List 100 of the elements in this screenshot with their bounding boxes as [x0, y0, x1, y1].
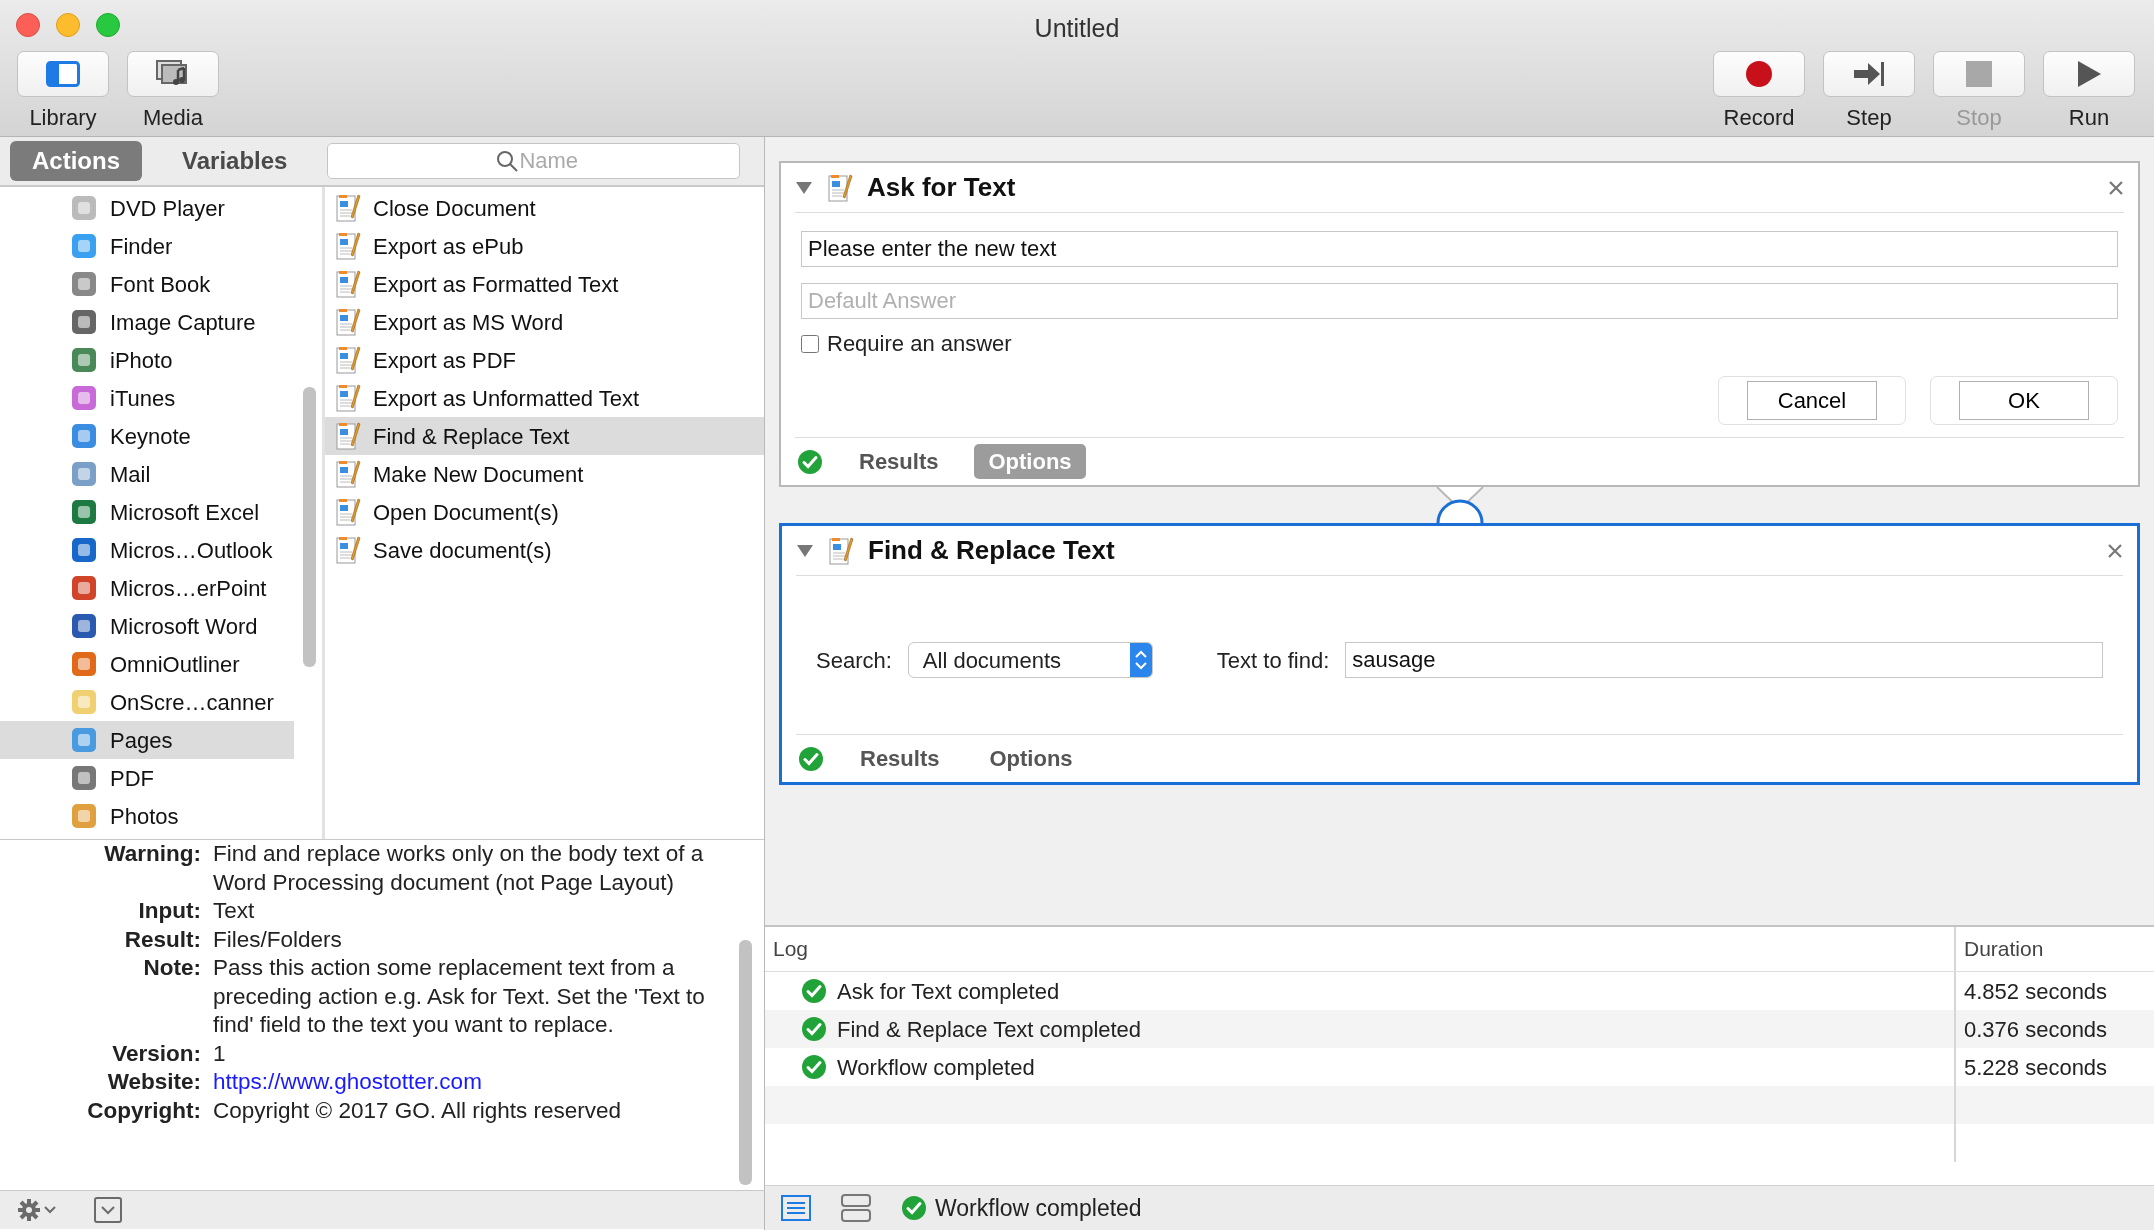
- action-item[interactable]: Find & Replace Text: [325, 417, 764, 455]
- field-label: Input:: [137, 897, 202, 925]
- column-header[interactable]: Duration: [1954, 927, 2154, 971]
- document-pencil-icon: [827, 172, 853, 203]
- action-item[interactable]: Make New Document: [325, 455, 764, 493]
- category-item[interactable]: Microsoft Word: [0, 607, 294, 645]
- stop-button[interactable]: [1933, 51, 2025, 97]
- action-item[interactable]: Export as Unformatted Text: [325, 379, 764, 417]
- toolbar-label[interactable]: Record: [1723, 101, 1795, 134]
- log-message: Find & Replace Text completed: [837, 1015, 1142, 1044]
- check-icon: [901, 1195, 927, 1221]
- field-label: Note:: [142, 954, 202, 982]
- action-item[interactable]: Export as MS Word: [325, 303, 764, 341]
- app-icon: [70, 536, 98, 564]
- log-duration: 0.376 seconds: [1964, 1015, 2108, 1044]
- disclosure-triangle-icon[interactable]: [795, 180, 813, 195]
- app-icon: [70, 346, 98, 374]
- app-icon: [70, 308, 98, 336]
- media-icon: [156, 60, 190, 88]
- toolbar-label[interactable]: Step: [1846, 101, 1892, 134]
- zoom-window-button[interactable]: [96, 13, 120, 37]
- dialog-button[interactable]: Cancel: [1718, 376, 1906, 425]
- action-item[interactable]: Export as ePub: [325, 227, 764, 265]
- stop-icon: [1965, 60, 1993, 88]
- app-icon: [70, 688, 98, 716]
- website-link[interactable]: https://www.ghostotter.com: [213, 1069, 482, 1094]
- log-message: Workflow completed: [837, 1053, 1035, 1082]
- document-pencil-icon: [335, 535, 361, 565]
- field-label: Version:: [111, 1039, 202, 1068]
- dropdown-box-icon[interactable]: [94, 1197, 122, 1223]
- text-field[interactable]: Please enter the new text: [801, 231, 2118, 267]
- tab[interactable]: Results: [846, 741, 954, 776]
- list-view-icon[interactable]: [781, 1195, 811, 1221]
- split-view-icon[interactable]: [841, 1194, 871, 1222]
- app-icon: [70, 270, 98, 298]
- category-item[interactable]: Microsoft Excel: [0, 493, 294, 531]
- action-item[interactable]: Close Document: [325, 189, 764, 227]
- tab[interactable]: Results: [845, 444, 953, 479]
- checkbox[interactable]: [801, 334, 819, 353]
- scrollbar-thumb[interactable]: [303, 387, 316, 667]
- category-item[interactable]: Font Book: [0, 265, 294, 303]
- category-item[interactable]: Image Capture: [0, 303, 294, 341]
- close-window-button[interactable]: [16, 13, 40, 37]
- step-button[interactable]: [1823, 51, 1915, 97]
- disclosure-triangle-icon[interactable]: [796, 543, 814, 558]
- close-icon[interactable]: [2108, 179, 2124, 196]
- checkbox-label: Require an answer: [827, 330, 1012, 358]
- record-icon: [1745, 60, 1773, 88]
- field-label: Search:: [816, 646, 892, 675]
- field-value: Copyright © 2017 GO. All rights reserved: [213, 1097, 621, 1123]
- field-label: Warning:: [103, 840, 202, 868]
- field-label: Text to find:: [1215, 646, 1330, 675]
- field-value: Find and replace works only on the body text of a Word Processing document (not Page Layout): [213, 841, 704, 895]
- media-button[interactable]: [127, 51, 219, 97]
- column-header[interactable]: Log: [765, 933, 1954, 965]
- category-item[interactable]: PDF: [0, 759, 294, 797]
- stepper-icon: [1129, 643, 1152, 677]
- check-icon: [798, 745, 824, 772]
- category-item[interactable]: iPhoto: [0, 341, 294, 379]
- text-field[interactable]: sausage: [1345, 642, 2103, 678]
- close-icon[interactable]: [2107, 542, 2123, 559]
- app-icon: [70, 460, 98, 488]
- select-dropdown[interactable]: All documents: [907, 642, 1153, 678]
- tab[interactable]: Variables: [160, 141, 310, 181]
- category-item[interactable]: DVD Player: [0, 189, 294, 227]
- search-field[interactable]: Name: [327, 143, 740, 179]
- toolbar-label[interactable]: Library: [29, 101, 97, 134]
- category-item[interactable]: Pages: [0, 721, 294, 759]
- tab[interactable]: Actions: [10, 141, 142, 181]
- category-item[interactable]: Keynote: [0, 417, 294, 455]
- toolbar-label[interactable]: Run: [2068, 101, 2110, 134]
- app-icon: [70, 574, 98, 602]
- dialog-button[interactable]: OK: [1930, 376, 2118, 425]
- category-item[interactable]: OmniOutliner: [0, 645, 294, 683]
- library-button[interactable]: [17, 51, 109, 97]
- document-pencil-icon: [335, 459, 361, 489]
- app-icon: [70, 612, 98, 640]
- category-item[interactable]: iTunes: [0, 379, 294, 417]
- category-item[interactable]: Mail: [0, 455, 294, 493]
- text-field[interactable]: Default Answer: [801, 283, 2118, 319]
- category-item[interactable]: Micros…Outlook: [0, 531, 294, 569]
- run-button[interactable]: [2043, 51, 2135, 97]
- app-icon: [70, 764, 98, 792]
- check-icon: [801, 1016, 827, 1042]
- action-item[interactable]: Save document(s): [325, 531, 764, 569]
- action-item[interactable]: Open Document(s): [325, 493, 764, 531]
- category-item[interactable]: Finder: [0, 227, 294, 265]
- category-item[interactable]: OnScre…canner: [0, 683, 294, 721]
- action-item[interactable]: Export as Formatted Text: [325, 265, 764, 303]
- document-pencil-icon: [335, 497, 361, 527]
- toolbar-label[interactable]: Media: [143, 101, 203, 134]
- field-value: Files/Folders: [213, 926, 342, 952]
- tab[interactable]: Options: [975, 741, 1087, 776]
- document-pencil-icon: [335, 269, 361, 299]
- record-button[interactable]: [1713, 51, 1805, 97]
- category-item[interactable]: Micros…erPoint: [0, 569, 294, 607]
- scrollbar-thumb[interactable]: [739, 940, 752, 1185]
- play-icon: [2076, 60, 2102, 88]
- category-item[interactable]: Photos: [0, 797, 294, 835]
- action-item[interactable]: Export as PDF: [325, 341, 764, 379]
